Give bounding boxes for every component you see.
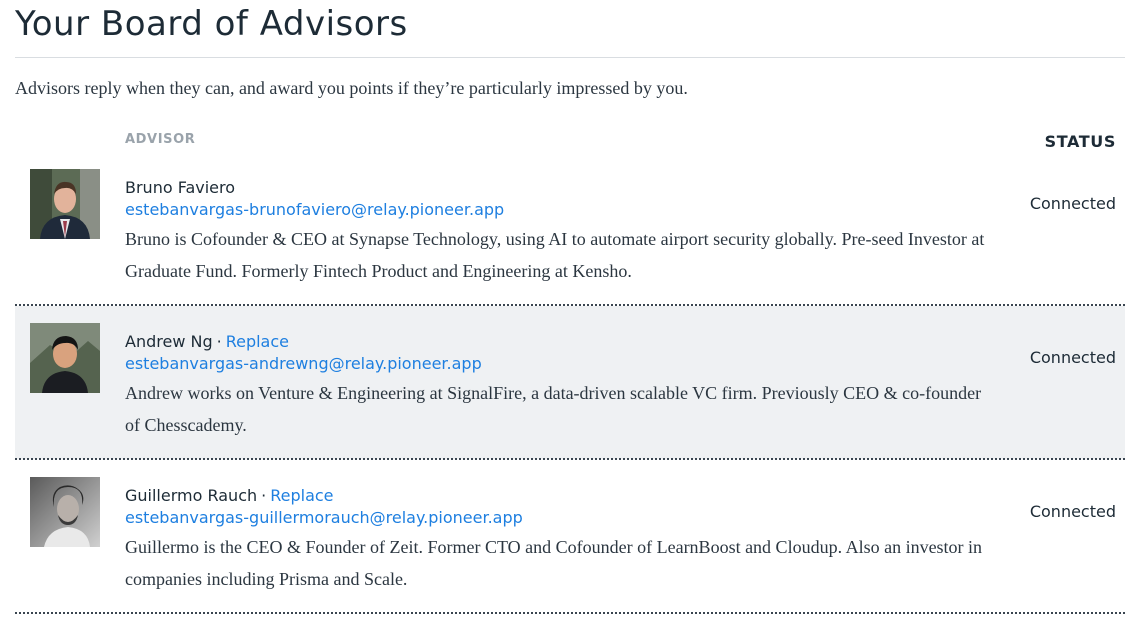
advisor-email-link[interactable]: estebanvargas-brunofaviero@relay.pioneer… bbox=[125, 199, 1005, 221]
intro-text: Advisors reply when they can, and award … bbox=[15, 78, 688, 98]
avatar bbox=[30, 477, 100, 547]
replace-advisor-link[interactable]: Replace bbox=[226, 332, 289, 351]
advisor-row: Bruno Faviero estebanvargas-brunofaviero… bbox=[15, 152, 1125, 305]
advisor-name: Guillermo Rauch bbox=[125, 486, 258, 505]
avatar bbox=[30, 323, 100, 393]
advisor-info: Bruno Faviero estebanvargas-brunofaviero… bbox=[125, 177, 1005, 287]
advisor-name: Andrew Ng bbox=[125, 332, 213, 351]
avatar-photo-bruno bbox=[30, 169, 100, 239]
column-header-status: STATUS bbox=[1044, 132, 1116, 151]
page-title: Your Board of Advisors bbox=[15, 4, 408, 44]
name-separator: · bbox=[261, 486, 267, 505]
avatar bbox=[30, 169, 100, 239]
advisor-row: Guillermo Rauch · Replace estebanvargas-gu… bbox=[15, 460, 1125, 613]
replace-advisor-link[interactable]: Replace bbox=[270, 486, 333, 505]
advisor-bio: Bruno is Cofounder & CEO at Synapse Tech… bbox=[125, 229, 985, 281]
status-label: Connected bbox=[1029, 502, 1116, 521]
avatar-photo-guillermo bbox=[30, 477, 100, 547]
advisor-row: Andrew Ng · Replace estebanvargas-andrewng… bbox=[15, 306, 1125, 459]
row-divider bbox=[15, 612, 1125, 614]
advisor-bio: Andrew works on Venture & Engineering at… bbox=[125, 383, 982, 435]
advisor-info: Andrew Ng · Replace estebanvargas-andrewng… bbox=[125, 331, 1005, 441]
advisor-name: Bruno Faviero bbox=[125, 178, 236, 197]
advisor-name-line: Bruno Faviero bbox=[125, 177, 1005, 199]
advisor-email-link[interactable]: estebanvargas-andrewng@relay.pioneer.app bbox=[125, 353, 1005, 375]
advisor-bio: Guillermo is the CEO & Founder of Zeit. … bbox=[125, 537, 983, 589]
status-label: Connected bbox=[1029, 348, 1116, 367]
advisor-name-line: Andrew Ng · Replace bbox=[125, 331, 1005, 353]
status-label: Connected bbox=[1029, 194, 1116, 213]
name-separator: · bbox=[216, 332, 222, 351]
avatar-photo-andrew bbox=[30, 323, 100, 393]
title-divider bbox=[15, 57, 1125, 58]
advisor-info: Guillermo Rauch · Replace estebanvargas-gu… bbox=[125, 485, 1005, 595]
advisor-email-link[interactable]: estebanvargas-guillermorauch@relay.pione… bbox=[125, 507, 1005, 529]
advisor-name-line: Guillermo Rauch · Replace bbox=[125, 485, 1005, 507]
column-header-advisor: ADVISOR bbox=[125, 132, 196, 147]
